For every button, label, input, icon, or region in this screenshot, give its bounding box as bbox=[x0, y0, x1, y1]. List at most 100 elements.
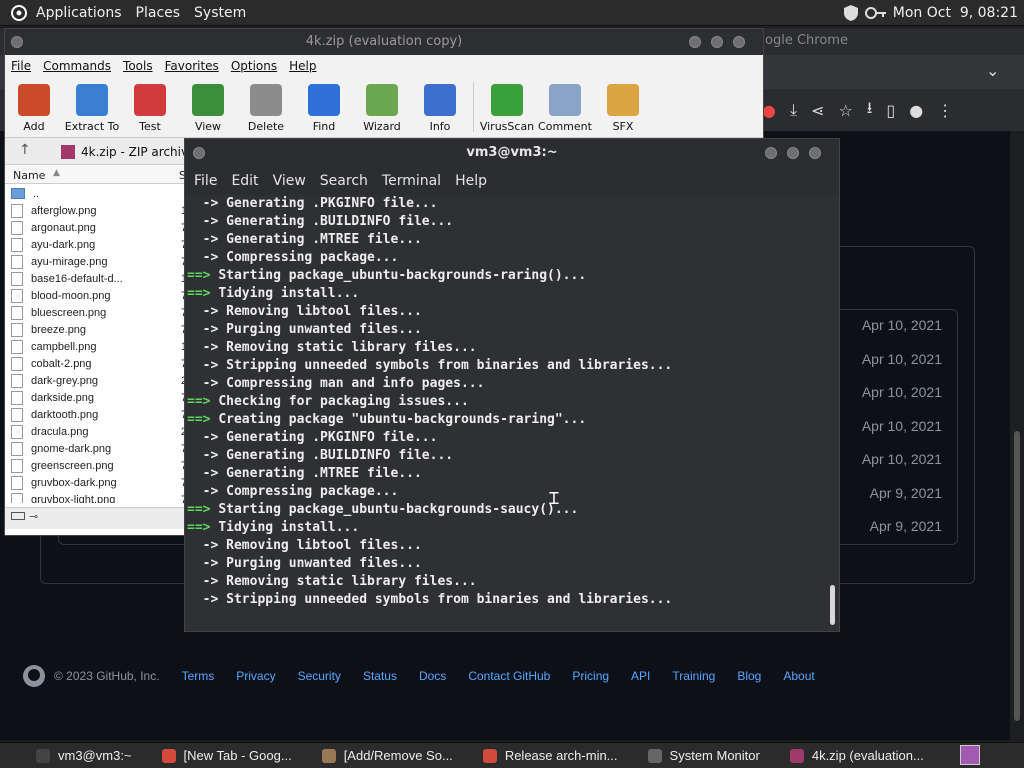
terminal-titlebar[interactable]: vm3@vm3:~ bbox=[185, 139, 839, 167]
menu-commands[interactable]: Commands bbox=[43, 59, 111, 73]
tool-comment-button[interactable]: Comment bbox=[536, 77, 594, 137]
column-name[interactable]: Name bbox=[13, 169, 45, 182]
file-row[interactable]: blood-moon.png7, bbox=[5, 287, 205, 304]
window-menu-button[interactable] bbox=[11, 36, 23, 48]
share-icon[interactable]: ⋖ bbox=[811, 101, 824, 120]
file-row[interactable]: gnome-dark.png7, bbox=[5, 440, 205, 457]
system-menu[interactable]: System bbox=[194, 5, 246, 21]
menu-help[interactable]: Help bbox=[455, 173, 487, 189]
chrome-scrollbar[interactable] bbox=[1010, 131, 1024, 740]
file-row[interactable]: ayu-mirage.png7, bbox=[5, 253, 205, 270]
footer-link-privacy[interactable]: Privacy bbox=[236, 669, 275, 683]
window-menu-button[interactable] bbox=[193, 147, 205, 159]
file-row[interactable]: breeze.png7, bbox=[5, 321, 205, 338]
taskbar-item[interactable]: System Monitor bbox=[640, 745, 768, 767]
tool-virusscan-button[interactable]: VirusScan bbox=[478, 77, 536, 137]
file-row[interactable]: afterglow.png10, bbox=[5, 202, 205, 219]
tool-label: Extract To bbox=[64, 120, 120, 133]
tool-test-button[interactable]: Test bbox=[121, 77, 179, 137]
menu-view[interactable]: View bbox=[273, 173, 306, 189]
file-row[interactable]: gruvbox-light.png7, bbox=[5, 491, 205, 503]
file-row[interactable]: dracula.png22, bbox=[5, 423, 205, 440]
tool-extract-to-button[interactable]: Extract To bbox=[63, 77, 121, 137]
winrar-statusbar: ⊸ bbox=[5, 507, 205, 529]
file-row[interactable]: base16-default-d...10, bbox=[5, 270, 205, 287]
applications-menu[interactable]: Applications bbox=[36, 5, 122, 21]
taskbar-item[interactable]: [New Tab - Goog... bbox=[154, 745, 300, 767]
taskbar-item[interactable]: Release arch-min... bbox=[475, 745, 626, 767]
minimize-button[interactable] bbox=[689, 36, 701, 48]
footer-link-api[interactable]: API bbox=[631, 669, 650, 683]
maximize-button[interactable] bbox=[787, 147, 799, 159]
tool-view-button[interactable]: View bbox=[179, 77, 237, 137]
file-row[interactable]: dark-grey.png22, bbox=[5, 372, 205, 389]
menu-file[interactable]: File bbox=[11, 59, 31, 73]
archive-path[interactable]: 4k.zip - ZIP archive bbox=[61, 142, 195, 162]
close-button[interactable] bbox=[809, 147, 821, 159]
file-row[interactable]: argonaut.png7, bbox=[5, 219, 205, 236]
scrollbar-thumb[interactable] bbox=[1014, 431, 1020, 721]
taskbar-item[interactable]: vm3@vm3:~ bbox=[28, 745, 140, 767]
file-row[interactable]: campbell.png10, bbox=[5, 338, 205, 355]
menu-tools[interactable]: Tools bbox=[123, 59, 153, 73]
menu-file[interactable]: File bbox=[194, 173, 217, 189]
key-icon[interactable] bbox=[864, 6, 887, 20]
terminal-output[interactable]: -> Generating .PKGINFO file... -> Genera… bbox=[185, 195, 825, 631]
clock[interactable]: Mon Oct 9, 08:21 bbox=[893, 5, 1018, 21]
scrollbar-thumb[interactable] bbox=[830, 585, 835, 625]
footer-link-blog[interactable]: Blog bbox=[737, 669, 761, 683]
file-row[interactable]: greenscreen.png7, bbox=[5, 457, 205, 474]
menu-search[interactable]: Search bbox=[320, 173, 368, 189]
google-icon[interactable]: ● bbox=[762, 101, 776, 120]
menu-options[interactable]: Options bbox=[231, 59, 277, 73]
file-row[interactable]: gruvbox-dark.png7, bbox=[5, 474, 205, 491]
menu-edit[interactable]: Edit bbox=[231, 173, 258, 189]
line-text: Starting package_ubuntu-backgrounds-sauc… bbox=[218, 502, 579, 517]
footer-link-about[interactable]: About bbox=[783, 669, 814, 683]
menu-terminal[interactable]: Terminal bbox=[382, 173, 441, 189]
file-row[interactable]: cobalt-2.png7, bbox=[5, 355, 205, 372]
footer-link-pricing[interactable]: Pricing bbox=[572, 669, 609, 683]
footer-link-contact[interactable]: Contact GitHub bbox=[468, 669, 550, 683]
menu-favorites[interactable]: Favorites bbox=[165, 59, 219, 73]
tool-find-button[interactable]: Find bbox=[295, 77, 353, 137]
tool-sfx-button[interactable]: SFX bbox=[594, 77, 652, 137]
distro-logo-icon[interactable] bbox=[10, 4, 28, 22]
footer-link-security[interactable]: Security bbox=[298, 669, 341, 683]
footer-link-docs[interactable]: Docs bbox=[419, 669, 446, 683]
tool-add-button[interactable]: Add bbox=[5, 77, 63, 137]
github-logo-icon[interactable] bbox=[22, 664, 46, 688]
terminal-scrollbar[interactable] bbox=[825, 195, 839, 631]
chevron-down-icon[interactable]: ⌄ bbox=[986, 61, 999, 80]
winrar-titlebar[interactable]: 4k.zip (evaluation copy) bbox=[5, 29, 763, 55]
bookmark-star-icon[interactable]: ☆ bbox=[838, 101, 852, 120]
file-row[interactable]: bluescreen.png7, bbox=[5, 304, 205, 321]
file-row[interactable]: .. bbox=[5, 185, 205, 202]
maximize-button[interactable] bbox=[711, 36, 723, 48]
menu-dots-icon[interactable]: ⋮ bbox=[937, 101, 953, 120]
up-arrow-icon[interactable]: ↑ bbox=[19, 142, 31, 158]
download-icon[interactable]: ⭳ bbox=[867, 97, 873, 124]
minimize-button[interactable] bbox=[765, 147, 777, 159]
file-row[interactable]: darkside.png7, bbox=[5, 389, 205, 406]
taskbar-item[interactable]: 4k.zip (evaluation... bbox=[782, 745, 932, 767]
install-app-icon[interactable]: ⤓ bbox=[790, 100, 797, 120]
terminal-icon bbox=[36, 748, 50, 763]
workspace-switcher-icon[interactable] bbox=[960, 745, 980, 765]
footer-link-status[interactable]: Status bbox=[363, 669, 397, 683]
footer-link-terms[interactable]: Terms bbox=[182, 669, 215, 683]
menu-help[interactable]: Help bbox=[289, 59, 316, 73]
tool-wizard-button[interactable]: Wizard bbox=[353, 77, 411, 137]
tool-info-button[interactable]: Info bbox=[411, 77, 469, 137]
shield-icon[interactable] bbox=[843, 4, 859, 22]
file-row[interactable]: ayu-dark.png7, bbox=[5, 236, 205, 253]
step-marker: -> bbox=[187, 232, 227, 247]
places-menu[interactable]: Places bbox=[136, 5, 181, 21]
side-panel-icon[interactable]: ▯ bbox=[886, 101, 895, 120]
tool-delete-button[interactable]: Delete bbox=[237, 77, 295, 137]
close-button[interactable] bbox=[733, 36, 745, 48]
file-row[interactable]: darktooth.png7, bbox=[5, 406, 205, 423]
profile-icon[interactable]: ● bbox=[909, 101, 923, 120]
taskbar-item[interactable]: [Add/Remove So... bbox=[314, 745, 461, 767]
footer-link-training[interactable]: Training bbox=[672, 669, 715, 683]
